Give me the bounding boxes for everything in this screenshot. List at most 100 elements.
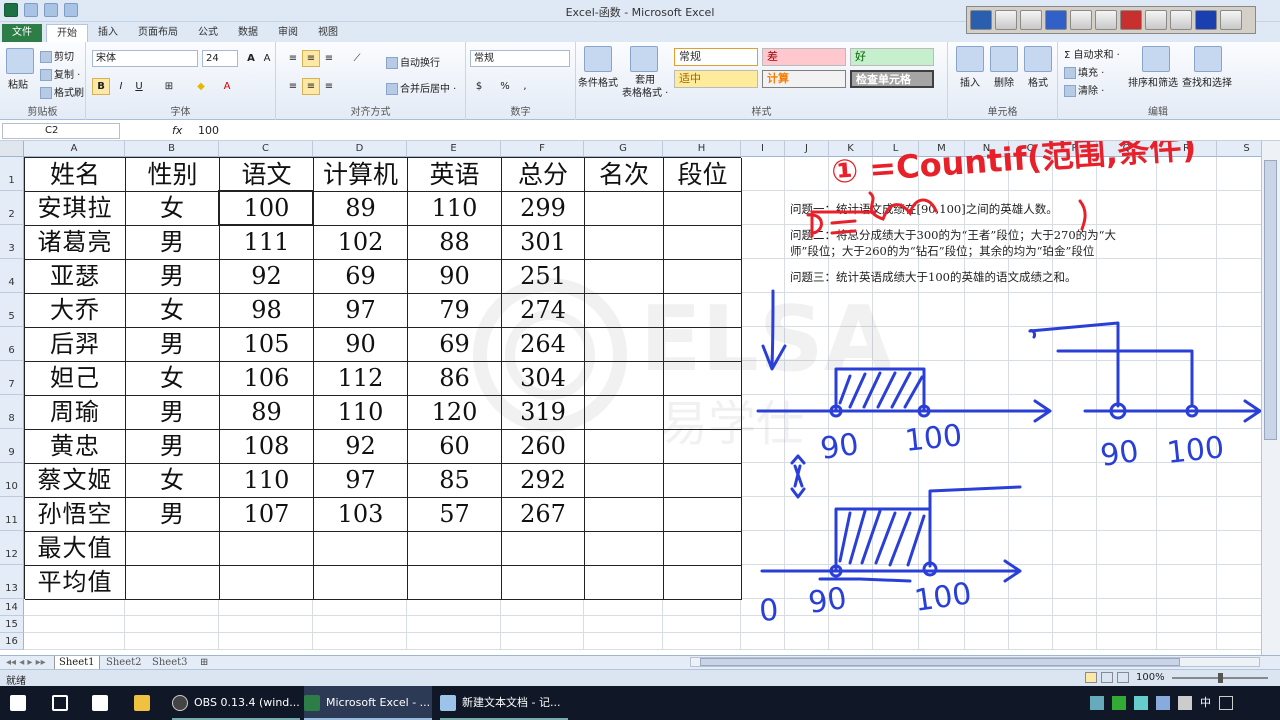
store-icon[interactable] bbox=[92, 686, 114, 720]
grid-cell[interactable] bbox=[965, 633, 1009, 650]
grid-cell[interactable] bbox=[24, 633, 125, 650]
table-cell[interactable]: 86 bbox=[408, 362, 502, 396]
table-cell[interactable]: 106 bbox=[220, 362, 314, 396]
find-select-button[interactable]: 查找和选择 bbox=[1182, 74, 1232, 89]
table-cell[interactable]: 85 bbox=[408, 464, 502, 498]
delete-cells-button[interactable]: 删除 bbox=[994, 74, 1014, 89]
taskbar-obs[interactable]: OBS 0.13.4 (wind... bbox=[172, 686, 300, 720]
table-cell[interactable]: 301 bbox=[502, 226, 585, 260]
grid-cell[interactable] bbox=[741, 361, 785, 395]
comma-button[interactable]: , bbox=[516, 78, 534, 95]
sheet-tab-2[interactable]: Sheet2 bbox=[102, 656, 146, 670]
table-cell[interactable]: 60 bbox=[408, 430, 502, 464]
table-cell[interactable]: 304 bbox=[502, 362, 585, 396]
table-cell[interactable]: 周瑜 bbox=[25, 396, 126, 430]
row-header-14[interactable]: 14 bbox=[0, 599, 24, 616]
table-header-cell[interactable]: 姓名 bbox=[25, 158, 126, 192]
grid-cell[interactable] bbox=[125, 616, 219, 633]
style-calculation[interactable]: 计算 bbox=[762, 70, 846, 88]
table-cell[interactable]: 大乔 bbox=[25, 294, 126, 328]
table-cell[interactable]: 110 bbox=[314, 396, 408, 430]
format-table-icon[interactable] bbox=[630, 46, 658, 72]
copy-button[interactable]: 复制 · bbox=[40, 66, 80, 81]
worksheet-grid[interactable]: A B C D E F G H I J K L M N O P Q R S 1 2 3 4 5 6 7 8 9 10 11 12 13 14 15… bbox=[0, 141, 1261, 655]
table-cell[interactable] bbox=[664, 294, 742, 328]
grid-cell[interactable] bbox=[873, 497, 919, 531]
grid-cell[interactable] bbox=[1097, 191, 1157, 225]
column-header-p[interactable]: P bbox=[1053, 141, 1097, 157]
grid-cell[interactable] bbox=[1157, 599, 1217, 616]
table-cell[interactable]: 安琪拉 bbox=[25, 192, 126, 226]
table-cell[interactable]: 88 bbox=[408, 226, 502, 260]
grid-cell[interactable] bbox=[965, 616, 1009, 633]
new-sheet-icon[interactable]: ⊞ bbox=[196, 656, 212, 670]
style-bad[interactable]: 差 bbox=[762, 48, 846, 66]
page-break-view-icon[interactable] bbox=[1117, 672, 1129, 683]
paste-button[interactable]: 粘贴 bbox=[8, 76, 28, 91]
grid-cell[interactable] bbox=[219, 599, 313, 616]
table-cell[interactable]: 后羿 bbox=[25, 328, 126, 362]
underline-button[interactable]: U bbox=[130, 78, 148, 95]
grid-cell[interactable] bbox=[1157, 531, 1217, 565]
grid-cell[interactable] bbox=[1217, 633, 1261, 650]
grid-cell[interactable] bbox=[873, 463, 919, 497]
grid-cell[interactable] bbox=[785, 361, 829, 395]
grid-cell[interactable] bbox=[1097, 293, 1157, 327]
font-name-combo[interactable]: 宋体 bbox=[92, 50, 198, 67]
grid-cell[interactable] bbox=[1217, 191, 1261, 225]
zoom-slider-thumb[interactable] bbox=[1218, 673, 1223, 683]
table-cell[interactable]: 100 bbox=[220, 192, 314, 226]
grid-cell[interactable] bbox=[1217, 361, 1261, 395]
merge-center-button[interactable]: 合并后居中 · bbox=[386, 80, 456, 95]
align-middle-button[interactable]: ≡ bbox=[302, 50, 320, 67]
grid-cell[interactable] bbox=[741, 429, 785, 463]
vertical-scroll-thumb[interactable] bbox=[1264, 160, 1277, 440]
forward-icon[interactable] bbox=[1220, 10, 1242, 30]
table-header-cell[interactable]: 段位 bbox=[664, 158, 742, 192]
grid-cell[interactable] bbox=[741, 616, 785, 633]
grid-cell[interactable] bbox=[873, 327, 919, 361]
table-header-cell[interactable]: 计算机 bbox=[314, 158, 408, 192]
grid-cell[interactable] bbox=[1157, 633, 1217, 650]
table-cell[interactable] bbox=[585, 498, 664, 532]
grid-cell[interactable] bbox=[1157, 259, 1217, 293]
table-cell[interactable]: 102 bbox=[314, 226, 408, 260]
grid-cell[interactable] bbox=[1157, 327, 1217, 361]
grid-cell[interactable] bbox=[1053, 497, 1097, 531]
grid-cell[interactable] bbox=[24, 599, 125, 616]
grid-cell[interactable] bbox=[1009, 293, 1053, 327]
table-cell[interactable]: 292 bbox=[502, 464, 585, 498]
grid-cell[interactable] bbox=[873, 293, 919, 327]
style-normal[interactable]: 常规 bbox=[674, 48, 758, 66]
grid-cell[interactable] bbox=[785, 293, 829, 327]
cut-button[interactable]: 剪切 bbox=[40, 48, 74, 63]
table-cell[interactable]: 103 bbox=[314, 498, 408, 532]
align-top-button[interactable]: ≡ bbox=[284, 50, 302, 67]
grid-cell[interactable] bbox=[1053, 463, 1097, 497]
grid-cell[interactable] bbox=[919, 327, 965, 361]
grid-cell[interactable] bbox=[873, 395, 919, 429]
grid-cell[interactable] bbox=[741, 191, 785, 225]
table-cell[interactable]: 97 bbox=[314, 464, 408, 498]
table-cell[interactable]: 111 bbox=[220, 226, 314, 260]
grid-cell[interactable] bbox=[741, 565, 785, 599]
column-header-s[interactable]: S bbox=[1217, 141, 1261, 157]
table-cell[interactable] bbox=[664, 396, 742, 430]
table-cell[interactable] bbox=[408, 532, 502, 566]
grid-cell[interactable] bbox=[741, 395, 785, 429]
binoculars-icon[interactable] bbox=[1194, 46, 1222, 72]
grid-cell[interactable] bbox=[1053, 395, 1097, 429]
grid-cell[interactable] bbox=[741, 633, 785, 650]
format-cells-button[interactable]: 格式 bbox=[1028, 74, 1048, 89]
table-cell[interactable]: 108 bbox=[220, 430, 314, 464]
grid-cell[interactable] bbox=[741, 293, 785, 327]
table-cell[interactable] bbox=[502, 532, 585, 566]
number-format-combo[interactable]: 常规 bbox=[470, 50, 570, 67]
row-header-15[interactable]: 15 bbox=[0, 616, 24, 633]
column-header-l[interactable]: L bbox=[873, 141, 919, 157]
marker-icon[interactable] bbox=[1045, 10, 1067, 30]
table-cell[interactable] bbox=[220, 532, 314, 566]
grid-cell[interactable] bbox=[1157, 463, 1217, 497]
style-good[interactable]: 好 bbox=[850, 48, 934, 66]
align-left-button[interactable]: ≡ bbox=[284, 78, 302, 95]
